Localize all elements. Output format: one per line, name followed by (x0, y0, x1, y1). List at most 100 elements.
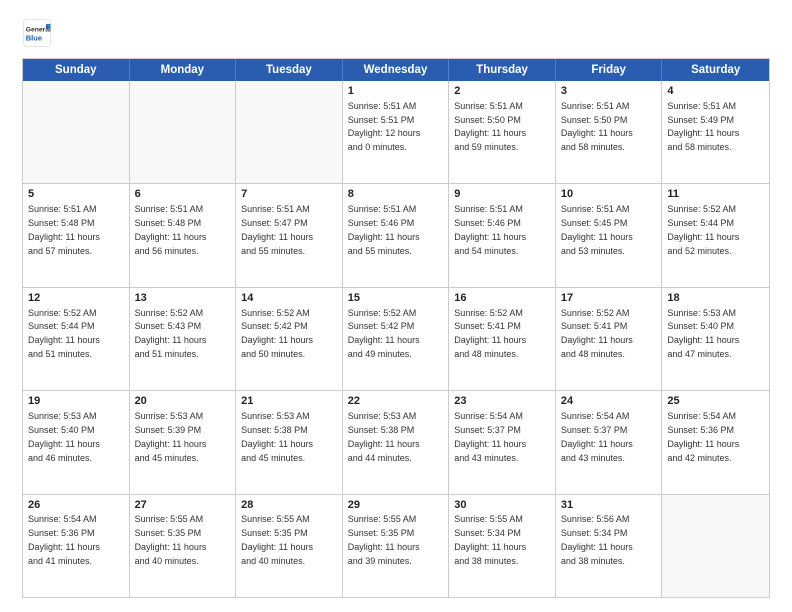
day-number: 23 (454, 394, 550, 409)
calendar-day-cell: 1Sunrise: 5:51 AM Sunset: 5:51 PM Daylig… (343, 81, 450, 183)
day-info: Sunrise: 5:51 AM Sunset: 5:48 PM Dayligh… (28, 204, 100, 255)
calendar-day-cell: 31Sunrise: 5:56 AM Sunset: 5:34 PM Dayli… (556, 495, 663, 597)
day-info: Sunrise: 5:55 AM Sunset: 5:35 PM Dayligh… (135, 514, 207, 565)
day-info: Sunrise: 5:52 AM Sunset: 5:44 PM Dayligh… (667, 204, 739, 255)
calendar-day-cell: 5 Sunrise: 5:51 AM Sunset: 5:48 PM Daylig… (23, 184, 130, 286)
calendar-day-cell: 2 Sunrise: 5:51 AM Sunset: 5:50 PM Daylig… (449, 81, 556, 183)
day-info: Sunrise: 5:56 AM Sunset: 5:34 PM Dayligh… (561, 514, 633, 565)
day-info: Sunrise: 5:52 AM Sunset: 5:41 PM Dayligh… (454, 308, 526, 359)
calendar-week-row: 19Sunrise: 5:53 AM Sunset: 5:40 PM Dayli… (23, 390, 769, 493)
day-number: 10 (561, 187, 657, 202)
day-number: 18 (667, 291, 764, 306)
logo: General Blue (22, 18, 52, 48)
calendar-grid: SundayMondayTuesdayWednesdayThursdayFrid… (22, 58, 770, 598)
calendar-empty-cell (23, 81, 130, 183)
calendar-day-cell: 30Sunrise: 5:55 AM Sunset: 5:34 PM Dayli… (449, 495, 556, 597)
day-number: 6 (135, 187, 231, 202)
day-info: Sunrise: 5:52 AM Sunset: 5:41 PM Dayligh… (561, 308, 633, 359)
day-number: 13 (135, 291, 231, 306)
calendar-header-cell: Sunday (23, 59, 130, 81)
calendar-header-cell: Thursday (449, 59, 556, 81)
day-number: 9 (454, 187, 550, 202)
day-number: 31 (561, 498, 657, 513)
day-info: Sunrise: 5:52 AM Sunset: 5:44 PM Dayligh… (28, 308, 100, 359)
calendar-day-cell: 17 Sunrise: 5:52 AM Sunset: 5:41 PM Dayli… (556, 288, 663, 390)
day-info: Sunrise: 5:53 AM Sunset: 5:38 PM Dayligh… (348, 411, 420, 462)
day-number: 14 (241, 291, 337, 306)
calendar-day-cell: 25 Sunrise: 5:54 AM Sunset: 5:36 PM Dayli… (662, 391, 769, 493)
calendar-day-cell: 21Sunrise: 5:53 AM Sunset: 5:38 PM Dayli… (236, 391, 343, 493)
day-info: Sunrise: 5:55 AM Sunset: 5:35 PM Dayligh… (241, 514, 313, 565)
calendar-day-cell: 26Sunrise: 5:54 AM Sunset: 5:36 PM Dayli… (23, 495, 130, 597)
calendar-week-row: 26Sunrise: 5:54 AM Sunset: 5:36 PM Dayli… (23, 494, 769, 597)
day-number: 17 (561, 291, 657, 306)
day-info: Sunrise: 5:53 AM Sunset: 5:40 PM Dayligh… (28, 411, 100, 462)
calendar-header-cell: Friday (556, 59, 663, 81)
calendar-day-cell: 23Sunrise: 5:54 AM Sunset: 5:37 PM Dayli… (449, 391, 556, 493)
calendar-week-row: 1Sunrise: 5:51 AM Sunset: 5:51 PM Daylig… (23, 81, 769, 183)
day-number: 15 (348, 291, 444, 306)
calendar-empty-cell (662, 495, 769, 597)
day-info: Sunrise: 5:51 AM Sunset: 5:49 PM Dayligh… (667, 101, 739, 152)
day-number: 22 (348, 394, 444, 409)
svg-text:Blue: Blue (26, 34, 42, 43)
day-info: Sunrise: 5:51 AM Sunset: 5:45 PM Dayligh… (561, 204, 633, 255)
calendar-week-row: 5 Sunrise: 5:51 AM Sunset: 5:48 PM Daylig… (23, 183, 769, 286)
day-info: Sunrise: 5:51 AM Sunset: 5:50 PM Dayligh… (454, 101, 526, 152)
calendar-day-cell: 28Sunrise: 5:55 AM Sunset: 5:35 PM Dayli… (236, 495, 343, 597)
day-info: Sunrise: 5:54 AM Sunset: 5:36 PM Dayligh… (28, 514, 100, 565)
calendar-day-cell: 3 Sunrise: 5:51 AM Sunset: 5:50 PM Daylig… (556, 81, 663, 183)
day-info: Sunrise: 5:53 AM Sunset: 5:39 PM Dayligh… (135, 411, 207, 462)
calendar-day-cell: 13Sunrise: 5:52 AM Sunset: 5:43 PM Dayli… (130, 288, 237, 390)
day-info: Sunrise: 5:51 AM Sunset: 5:48 PM Dayligh… (135, 204, 207, 255)
calendar-header-cell: Saturday (662, 59, 769, 81)
day-number: 3 (561, 84, 657, 99)
calendar-day-cell: 14 Sunrise: 5:52 AM Sunset: 5:42 PM Dayli… (236, 288, 343, 390)
day-number: 27 (135, 498, 231, 513)
calendar-day-cell: 11 Sunrise: 5:52 AM Sunset: 5:44 PM Dayli… (662, 184, 769, 286)
day-info: Sunrise: 5:52 AM Sunset: 5:42 PM Dayligh… (241, 308, 313, 359)
day-number: 16 (454, 291, 550, 306)
day-number: 21 (241, 394, 337, 409)
day-info: Sunrise: 5:52 AM Sunset: 5:42 PM Dayligh… (348, 308, 420, 359)
calendar-day-cell: 27Sunrise: 5:55 AM Sunset: 5:35 PM Dayli… (130, 495, 237, 597)
day-info: Sunrise: 5:51 AM Sunset: 5:50 PM Dayligh… (561, 101, 633, 152)
day-number: 7 (241, 187, 337, 202)
calendar-day-cell: 19Sunrise: 5:53 AM Sunset: 5:40 PM Dayli… (23, 391, 130, 493)
day-number: 25 (667, 394, 764, 409)
calendar-day-cell: 12 Sunrise: 5:52 AM Sunset: 5:44 PM Dayli… (23, 288, 130, 390)
day-number: 11 (667, 187, 764, 202)
calendar-body: 1Sunrise: 5:51 AM Sunset: 5:51 PM Daylig… (23, 81, 769, 597)
calendar-day-cell: 6 Sunrise: 5:51 AM Sunset: 5:48 PM Daylig… (130, 184, 237, 286)
calendar-day-cell: 22 Sunrise: 5:53 AM Sunset: 5:38 PM Dayli… (343, 391, 450, 493)
calendar-week-row: 12 Sunrise: 5:52 AM Sunset: 5:44 PM Dayli… (23, 287, 769, 390)
day-number: 26 (28, 498, 124, 513)
day-number: 30 (454, 498, 550, 513)
page-header: General Blue (22, 18, 770, 48)
day-info: Sunrise: 5:51 AM Sunset: 5:46 PM Dayligh… (454, 204, 526, 255)
day-number: 5 (28, 187, 124, 202)
day-info: Sunrise: 5:54 AM Sunset: 5:37 PM Dayligh… (561, 411, 633, 462)
calendar-header-cell: Wednesday (343, 59, 450, 81)
calendar-day-cell: 7Sunrise: 5:51 AM Sunset: 5:47 PM Daylig… (236, 184, 343, 286)
day-info: Sunrise: 5:55 AM Sunset: 5:35 PM Dayligh… (348, 514, 420, 565)
day-number: 29 (348, 498, 444, 513)
day-info: Sunrise: 5:54 AM Sunset: 5:36 PM Dayligh… (667, 411, 739, 462)
day-number: 2 (454, 84, 550, 99)
calendar-day-cell: 4 Sunrise: 5:51 AM Sunset: 5:49 PM Daylig… (662, 81, 769, 183)
calendar-header-cell: Tuesday (236, 59, 343, 81)
calendar-header-cell: Monday (130, 59, 237, 81)
day-number: 8 (348, 187, 444, 202)
day-number: 12 (28, 291, 124, 306)
calendar-page: General Blue SundayMondayTuesdayWednesda… (0, 0, 792, 612)
day-number: 4 (667, 84, 764, 99)
logo-icon: General Blue (22, 18, 52, 48)
calendar-day-cell: 24 Sunrise: 5:54 AM Sunset: 5:37 PM Dayli… (556, 391, 663, 493)
calendar-day-cell: 18Sunrise: 5:53 AM Sunset: 5:40 PM Dayli… (662, 288, 769, 390)
calendar-day-cell: 29Sunrise: 5:55 AM Sunset: 5:35 PM Dayli… (343, 495, 450, 597)
day-number: 24 (561, 394, 657, 409)
calendar-day-cell: 8 Sunrise: 5:51 AM Sunset: 5:46 PM Daylig… (343, 184, 450, 286)
calendar-day-cell: 9 Sunrise: 5:51 AM Sunset: 5:46 PM Daylig… (449, 184, 556, 286)
day-number: 28 (241, 498, 337, 513)
day-info: Sunrise: 5:51 AM Sunset: 5:46 PM Dayligh… (348, 204, 420, 255)
